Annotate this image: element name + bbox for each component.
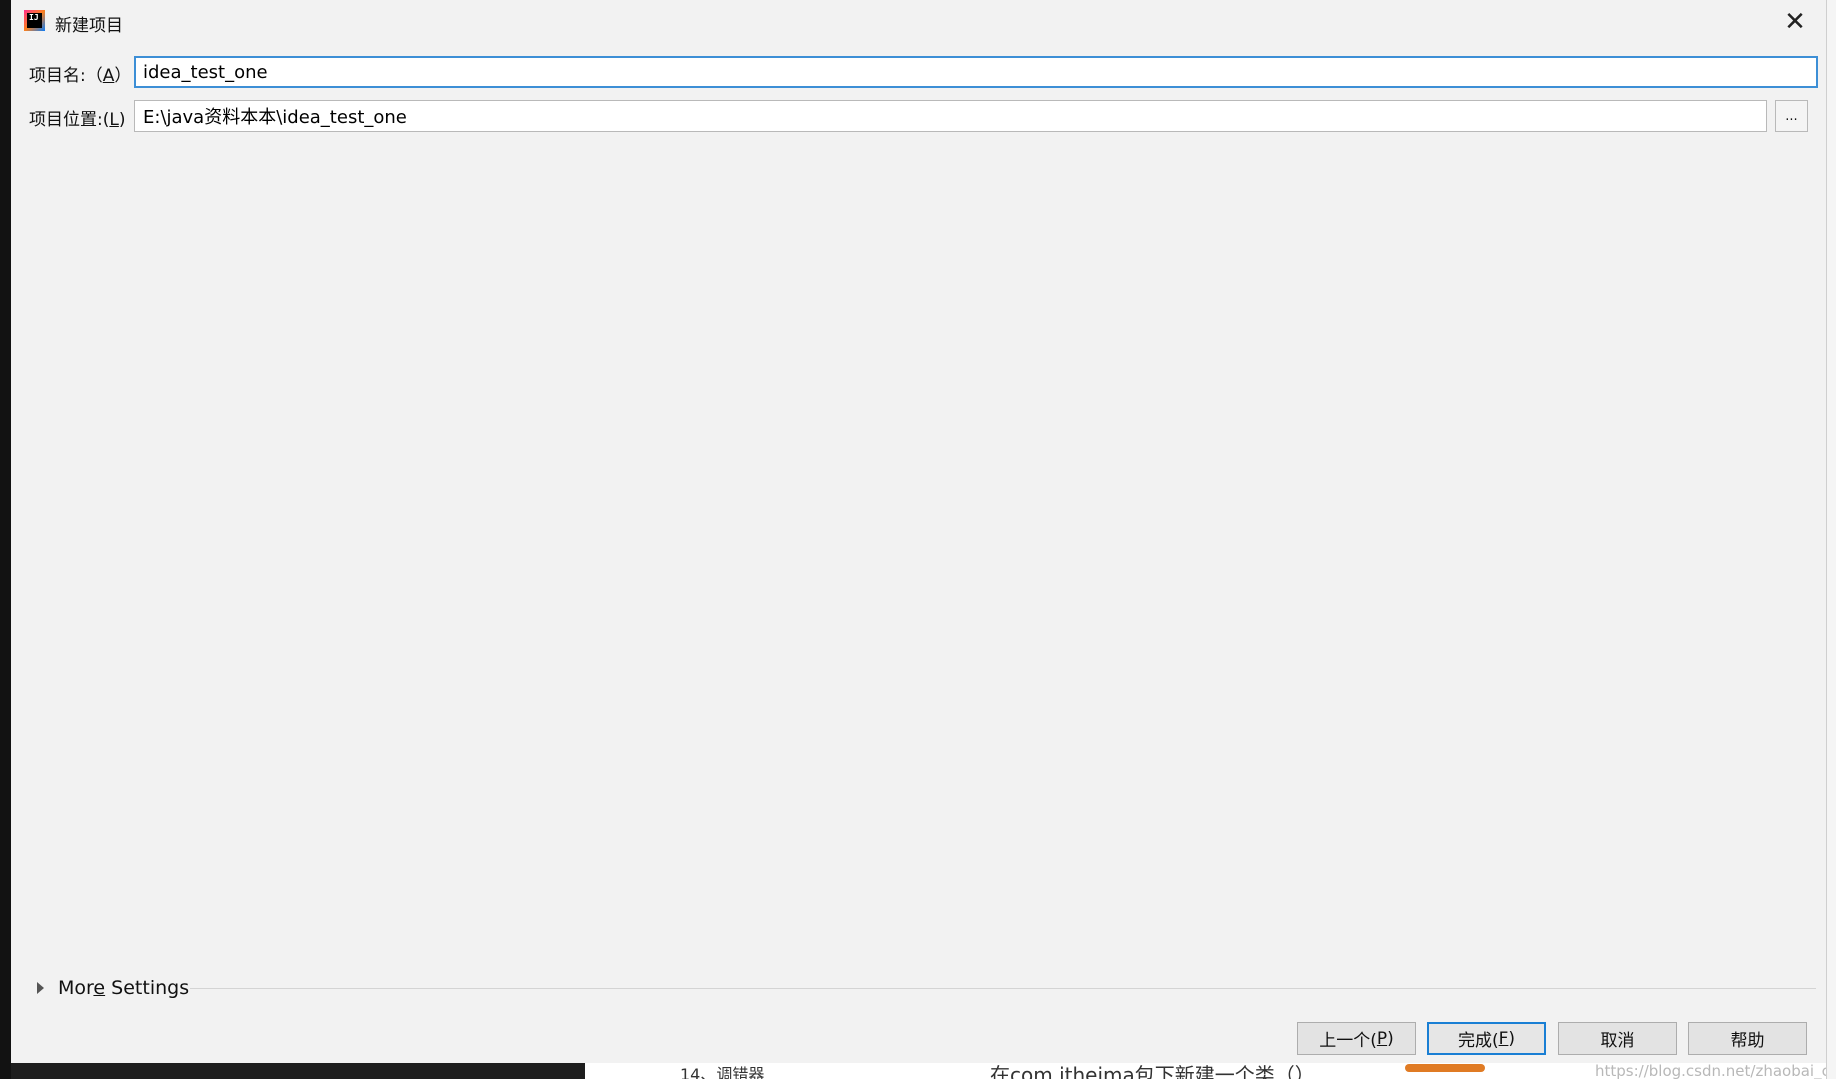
help-button[interactable]: 帮助 [1688, 1022, 1807, 1055]
project-location-label: 项目位置:(L) [29, 110, 126, 130]
project-location-input[interactable] [134, 100, 1767, 132]
project-name-input[interactable] [134, 56, 1818, 88]
close-button[interactable]: ✕ [1775, 4, 1815, 40]
intellij-logo-icon: IJ [24, 10, 45, 31]
background-slider-knob [1405, 1064, 1485, 1072]
finish-button[interactable]: 完成(F) [1427, 1022, 1546, 1055]
project-name-label: 项目名:（A） [29, 66, 132, 86]
dialog-title: 新建项目 [55, 16, 123, 36]
more-settings-toggle[interactable]: More Settings [35, 976, 189, 1000]
watermark: https://blog.csdn.net/zhaobai_code [1595, 1062, 1826, 1079]
background-text-fragment: 14、调错器 [680, 1065, 765, 1079]
close-icon: ✕ [1784, 7, 1806, 37]
more-settings-label: More Settings [58, 977, 190, 999]
new-project-dialog: IJ 新建项目 ✕ 项目名:（A） 项目位置:(L) ... More Sett… [11, 0, 1826, 1063]
previous-button[interactable]: 上一个(P) [1297, 1022, 1416, 1055]
more-settings-divider [190, 988, 1816, 989]
background-window-left-edge [0, 0, 11, 1079]
expand-triangle-icon [37, 982, 44, 994]
dialog-titlebar: IJ 新建项目 ✕ [11, 0, 1826, 44]
cancel-button[interactable]: 取消 [1558, 1022, 1677, 1055]
browse-location-button[interactable]: ... [1775, 100, 1808, 132]
background-window-right-edge [1826, 0, 1836, 1079]
